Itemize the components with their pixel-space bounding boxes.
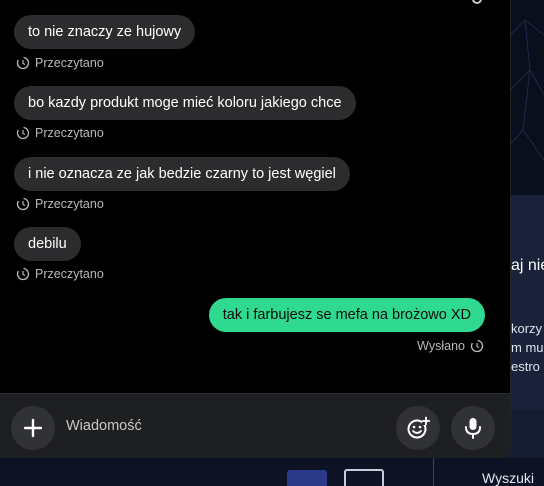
status-indicator-icon bbox=[472, 0, 482, 4]
message-status: Wysłano bbox=[417, 339, 484, 353]
message-status-label: Wysłano bbox=[417, 339, 465, 353]
background-card-line: m mu bbox=[511, 340, 544, 355]
background-card-line: korzy bbox=[511, 321, 543, 336]
background-tab-button[interactable] bbox=[287, 470, 327, 486]
message-bubble-incoming[interactable]: debilu bbox=[14, 227, 81, 261]
read-receipt-icon bbox=[16, 267, 30, 281]
plus-icon bbox=[23, 418, 43, 438]
message-status-label: Przeczytano bbox=[35, 267, 104, 281]
background-card-heading: aj nie bbox=[511, 257, 544, 274]
message-bubble-incoming[interactable]: i nie oznacza ze jak bedzie czarny to je… bbox=[14, 157, 350, 191]
message-bubble-incoming[interactable]: bo kazdy produkt moge mieć koloru jakieg… bbox=[14, 86, 356, 120]
message-bubble-outgoing[interactable]: tak i farbujesz se mefa na brożowo XD bbox=[208, 298, 485, 332]
background-window-button[interactable] bbox=[344, 469, 384, 486]
add-attachment-button[interactable] bbox=[11, 406, 55, 450]
chat-window: to nie znaczy ze hujowy Przeczytano bo k… bbox=[0, 0, 511, 458]
message-status: Przeczytano bbox=[16, 126, 104, 140]
sent-receipt-icon bbox=[470, 339, 484, 353]
background-divider bbox=[433, 458, 434, 486]
emoji-button[interactable] bbox=[396, 406, 440, 450]
message-status-label: Przeczytano bbox=[35, 197, 104, 211]
message-composer: Wiadomość bbox=[0, 393, 510, 458]
message-status-label: Przeczytano bbox=[35, 56, 104, 70]
voice-message-button[interactable] bbox=[451, 406, 495, 450]
read-receipt-icon bbox=[16, 197, 30, 211]
read-receipt-icon bbox=[16, 56, 30, 70]
read-receipt-icon bbox=[16, 126, 30, 140]
background-search-label[interactable]: Wyszuki bbox=[482, 470, 534, 486]
background-card-line: estro bbox=[511, 359, 540, 374]
add-emoji-icon bbox=[407, 416, 430, 439]
message-status-label: Przeczytano bbox=[35, 126, 104, 140]
message-status: Przeczytano bbox=[16, 267, 104, 281]
message-status: Przeczytano bbox=[16, 56, 104, 70]
message-status: Przeczytano bbox=[16, 197, 104, 211]
background-taskbar bbox=[0, 458, 544, 486]
microphone-icon bbox=[465, 418, 481, 439]
message-input[interactable]: Wiadomość bbox=[66, 418, 142, 434]
message-bubble-incoming[interactable]: to nie znaczy ze hujowy bbox=[14, 15, 196, 49]
